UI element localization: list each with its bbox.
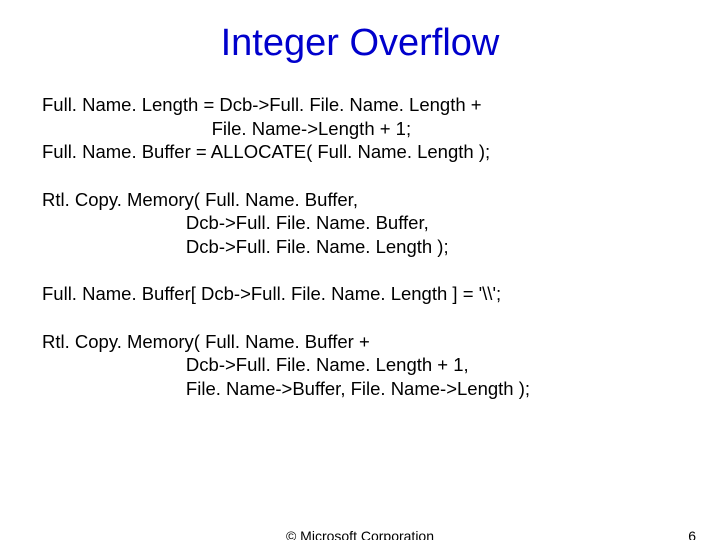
footer-copyright: © Microsoft Corporation — [0, 528, 720, 540]
code-line: Full. Name. Buffer = ALLOCATE( Full. Nam… — [42, 141, 490, 162]
code-line: Dcb->Full. File. Name. Length + 1, — [42, 354, 469, 375]
code-line: Rtl. Copy. Memory( Full. Name. Buffer + — [42, 331, 370, 352]
code-line: Full. Name. Buffer[ Dcb->Full. File. Nam… — [42, 283, 501, 304]
code-line: File. Name->Length + 1; — [42, 118, 411, 139]
code-line: Rtl. Copy. Memory( Full. Name. Buffer, — [42, 189, 358, 210]
page-number: 6 — [688, 528, 696, 540]
slide-title: Integer Overflow — [0, 22, 720, 65]
code-line: Dcb->Full. File. Name. Buffer, — [42, 212, 429, 233]
code-block: Full. Name. Length = Dcb->Full. File. Na… — [0, 93, 720, 401]
slide: Integer Overflow Full. Name. Length = Dc… — [0, 22, 720, 540]
code-line: Full. Name. Length = Dcb->Full. File. Na… — [42, 94, 482, 115]
code-line: Dcb->Full. File. Name. Length ); — [42, 236, 449, 257]
code-line: File. Name->Buffer, File. Name->Length )… — [42, 378, 530, 399]
